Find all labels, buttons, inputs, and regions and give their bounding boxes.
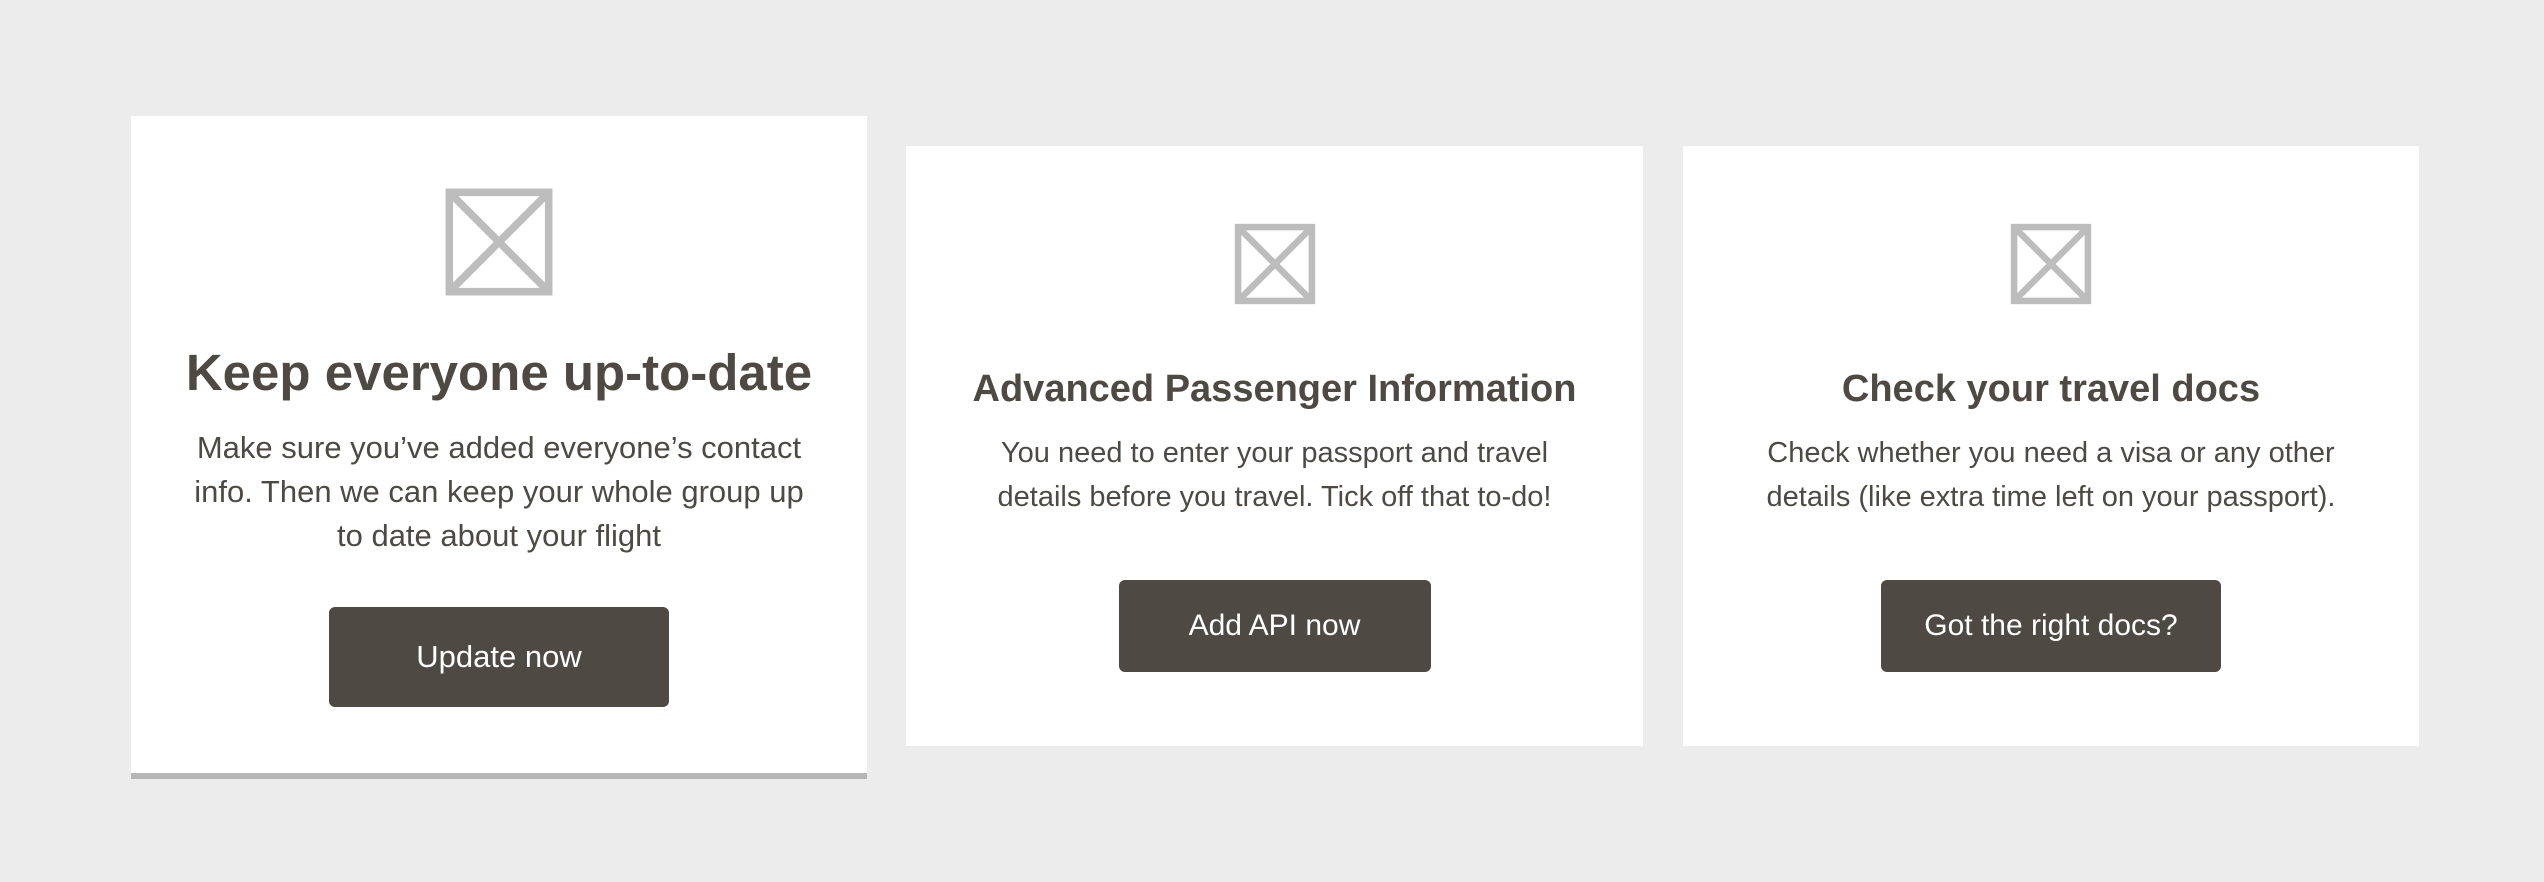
image-placeholder-icon [445, 188, 553, 296]
card-advanced-passenger-information: Advanced Passenger Information You need … [906, 146, 1643, 746]
card-description: Check whether you need a visa or any oth… [1766, 437, 2336, 513]
card-title: Check your travel docs [1841, 368, 2261, 410]
card-title: Keep everyone up-to-date [185, 344, 813, 401]
card-title: Advanced Passenger Information [972, 368, 1577, 410]
card-check-travel-docs: Check your travel docs Check whether you… [1683, 146, 2419, 746]
card-description: Make sure you’ve added everyone’s contac… [194, 430, 804, 553]
update-now-button[interactable]: Update now [329, 607, 669, 707]
add-api-now-button[interactable]: Add API now [1118, 580, 1431, 672]
card-description: You need to enter your passport and trav… [997, 437, 1552, 513]
image-placeholder-icon [2010, 223, 2092, 305]
card-keep-everyone-up-to-date: Keep everyone up-to-date Make sure you’v… [131, 116, 867, 779]
image-placeholder-icon [1234, 223, 1316, 305]
got-the-right-docs-button[interactable]: Got the right docs? [1881, 580, 2221, 672]
